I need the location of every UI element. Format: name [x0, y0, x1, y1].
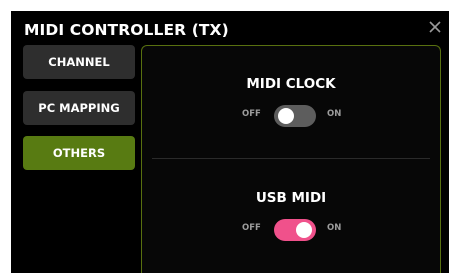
usb-midi-on-label: ON — [327, 223, 342, 233]
usb-midi-toggle-row: OFF ON — [142, 219, 440, 241]
midi-controller-dialog: MIDI CONTROLLER (TX) CHANNEL PC MAPPING … — [11, 11, 449, 273]
toggle-knob — [296, 222, 312, 238]
usb-midi-title: USB MIDI — [255, 190, 327, 206]
nav-channel-button[interactable]: CHANNEL — [23, 45, 135, 79]
midi-clock-off-label: OFF — [242, 109, 261, 119]
midi-clock-title: MIDI CLOCK — [246, 76, 336, 92]
dialog-title: MIDI CONTROLLER (TX) — [24, 21, 229, 39]
midi-clock-on-label: ON — [327, 109, 342, 119]
others-settings-panel: MIDI CLOCK OFF ON USB MIDI OFF ON — [141, 45, 441, 273]
close-icon[interactable] — [427, 19, 443, 35]
section-divider — [152, 158, 430, 159]
midi-clock-toggle[interactable] — [274, 105, 316, 127]
toggle-knob — [278, 108, 294, 124]
midi-clock-toggle-row: OFF ON — [142, 105, 440, 127]
nav-pc-mapping-button[interactable]: PC MAPPING — [23, 91, 135, 125]
usb-midi-toggle[interactable] — [274, 219, 316, 241]
usb-midi-off-label: OFF — [242, 223, 261, 233]
nav-others-button[interactable]: OTHERS — [23, 136, 135, 170]
